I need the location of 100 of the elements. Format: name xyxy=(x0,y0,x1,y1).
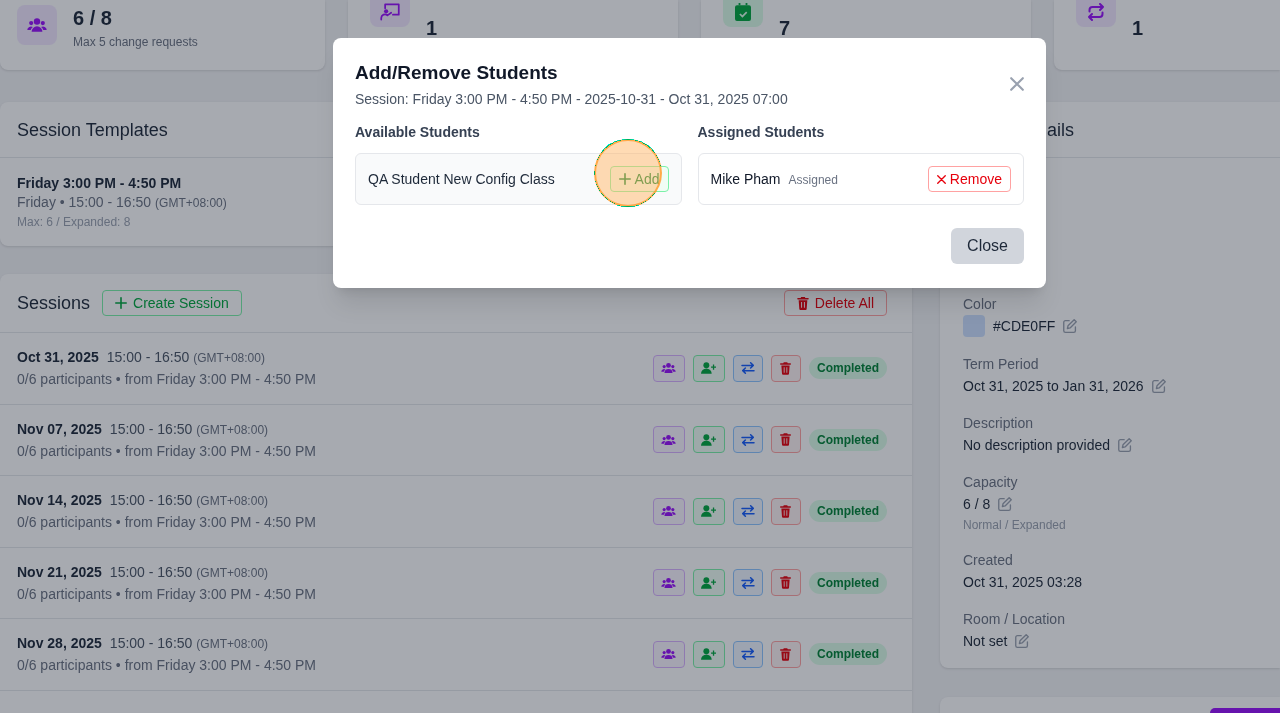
field-value: 6 / 8 xyxy=(963,495,991,514)
add-student-button[interactable] xyxy=(693,497,725,525)
swap-button[interactable] xyxy=(733,354,763,382)
delete-all-button[interactable]: Delete All xyxy=(783,290,887,316)
delete-button[interactable] xyxy=(771,426,801,454)
swap-button[interactable] xyxy=(733,497,763,525)
remove-button[interactable]: Remove xyxy=(927,166,1011,192)
edit-icon[interactable] xyxy=(1118,438,1133,452)
session-participants: 0/6 participants • from Friday 3:00 PM - 4:50 PM xyxy=(17,441,317,461)
close-button[interactable] xyxy=(1010,77,1024,91)
add-student-button[interactable] xyxy=(693,354,725,382)
user-plus-icon xyxy=(701,648,717,661)
add-student-button[interactable] xyxy=(693,426,725,454)
close-button[interactable]: Close xyxy=(951,228,1024,264)
session-timezone: (GMT+08:00) xyxy=(196,564,269,581)
template-name: Friday 3:00 PM - 4:50 PM xyxy=(17,174,182,193)
users-icon xyxy=(661,363,677,374)
session-participants: 0/6 participants • from Friday 3:00 PM - 4:50 PM xyxy=(17,656,317,676)
participants-button[interactable] xyxy=(653,497,685,525)
template-limits: Max: 6 / Expanded: 8 xyxy=(17,214,131,230)
status-badge: Completed xyxy=(809,571,887,594)
delete-button[interactable] xyxy=(771,640,801,668)
swap-arrows-icon xyxy=(741,362,755,375)
user-plus-icon xyxy=(701,576,717,589)
field-value: Oct 31, 2025 to Jan 31, 2026 xyxy=(963,377,1144,396)
swap-arrows-icon xyxy=(741,648,755,661)
participants-button[interactable] xyxy=(653,569,685,597)
trash-icon xyxy=(780,576,792,590)
session-date: Nov 07, 2025 xyxy=(17,419,102,439)
field-value: #CDE0FF xyxy=(993,317,1056,336)
add-button[interactable]: Add xyxy=(609,166,669,192)
participants-button[interactable] xyxy=(653,354,685,382)
user-plus-icon xyxy=(701,505,717,518)
close-icon xyxy=(936,174,946,184)
session-time: 15:00 - 16:50 xyxy=(106,348,190,368)
session-timezone: (GMT+08:00) xyxy=(193,350,265,367)
delete-button[interactable] xyxy=(771,354,801,382)
delete-button[interactable] xyxy=(771,497,801,525)
modal-title: Add/Remove Students xyxy=(355,61,558,85)
user-plus-icon xyxy=(701,433,717,446)
swap-button[interactable] xyxy=(733,640,763,668)
template-schedule: Friday • 15:00 - 16:50 xyxy=(17,193,152,211)
swap-button[interactable] xyxy=(733,426,763,454)
participants-button[interactable] xyxy=(653,426,685,454)
field-value: No description provided xyxy=(963,436,1111,455)
swap-arrows-icon xyxy=(741,433,755,446)
trash-icon xyxy=(780,504,792,518)
add-student-button[interactable] xyxy=(693,640,725,668)
field-value: Not set xyxy=(963,632,1008,651)
edit-icon[interactable] xyxy=(998,497,1013,511)
trash-icon xyxy=(780,647,792,661)
edit-icon[interactable] xyxy=(1151,379,1166,393)
trash-icon xyxy=(780,361,792,375)
session-date: Nov 28, 2025 xyxy=(17,634,102,654)
status-badge: Completed xyxy=(809,643,887,666)
field-label: Created xyxy=(963,551,1013,570)
calendar-check-icon xyxy=(723,0,763,27)
participants-button[interactable] xyxy=(653,640,685,668)
session-time: 15:00 - 16:50 xyxy=(109,419,193,439)
stat-value: 1 xyxy=(1132,16,1144,40)
section-title: Session Templates xyxy=(17,118,168,142)
color-swatch-icon xyxy=(963,315,985,337)
chalkboard-icon xyxy=(370,0,410,27)
delete-button[interactable] xyxy=(771,569,801,597)
stat-note: Max 5 change requests xyxy=(73,34,198,50)
users-icon xyxy=(661,434,677,445)
field-label: Color xyxy=(963,295,997,314)
field-label: Term Period xyxy=(963,355,1039,374)
field-note: Normal / Expanded xyxy=(963,517,1066,533)
add-student-button[interactable] xyxy=(693,569,725,597)
template-timezone: (GMT+08:00) xyxy=(155,195,227,212)
status-badge: Completed xyxy=(809,428,887,451)
user-plus-icon xyxy=(701,362,717,375)
status-badge: Completed xyxy=(809,357,887,380)
users-icon xyxy=(661,577,677,588)
create-session-button[interactable]: Create Session xyxy=(102,290,242,316)
stat-value: 6 / 8 xyxy=(73,6,112,30)
session-timezone: (GMT+08:00) xyxy=(196,636,269,653)
modal-subtitle: Session: Friday 3:00 PM - 4:50 PM - 2025-10-31 - Oct 31, 2025 07:00 xyxy=(355,90,788,109)
swap-button[interactable] xyxy=(733,569,763,597)
session-participants: 0/6 participants • from Friday 3:00 PM - 4:50 PM xyxy=(17,584,317,604)
field-label: Room / Location xyxy=(963,610,1065,629)
users-icon xyxy=(17,5,57,45)
section-title: Sessions xyxy=(17,292,91,315)
column-heading: Assigned Students xyxy=(697,123,825,142)
field-value: Oct 31, 2025 03:28 xyxy=(963,573,1083,592)
users-icon xyxy=(661,506,677,517)
session-date: Nov 21, 2025 xyxy=(17,562,102,582)
student-name: Mike Pham xyxy=(710,170,781,189)
edit-icon[interactable] xyxy=(1063,319,1078,333)
stat-value: 1 xyxy=(426,16,438,40)
users-icon xyxy=(661,649,677,660)
edit-icon[interactable] xyxy=(1015,634,1030,648)
column-heading: Available Students xyxy=(355,123,480,142)
student-tag: Assigned xyxy=(788,172,838,188)
repeat-icon xyxy=(1076,0,1116,27)
student-name: QA Student New Config Class xyxy=(368,170,555,189)
session-date: Nov 14, 2025 xyxy=(17,491,102,511)
session-participants: 0/6 participants • from Friday 3:00 PM - 4:50 PM xyxy=(17,370,317,390)
stat-value: 7 xyxy=(779,16,791,40)
